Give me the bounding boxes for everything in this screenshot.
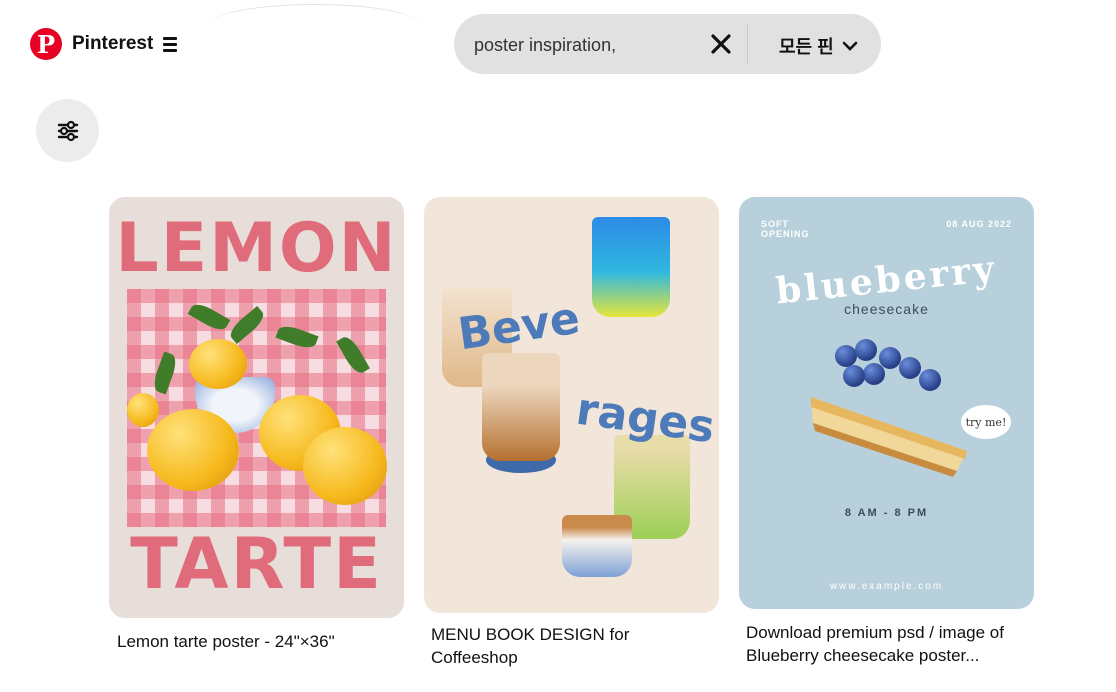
scope-label: 모든 핀 [779,37,834,57]
chevron-down-icon [842,41,857,51]
pin-title[interactable]: Download premium psd / image of Blueberr… [739,621,1036,667]
pin-image[interactable]: LEMON TARTE [109,197,404,618]
poster-word-bottom: TARTE [130,523,383,605]
pinterest-logo-glyph: P [36,30,56,59]
blueberry-illustration [863,363,885,385]
pin-card[interactable]: Beve rages MENU BOOK DESIGN for Coffeesh… [424,197,719,669]
close-icon[interactable] [709,32,733,56]
pin-scope-dropdown[interactable]: 모든 핀 [779,33,858,59]
blue-drink-illustration [592,217,670,317]
pin-image[interactable]: Beve rages [424,197,719,613]
poster-website: www.example.com [829,581,944,592]
search-bar[interactable]: 모든 핀 [454,14,881,74]
blueberry-illustration [919,369,941,391]
lemon-illustration [127,393,159,427]
sliders-filter-icon [57,120,78,141]
cappuccino-illustration [562,515,632,577]
pin-card[interactable]: LEMON TARTE Lemon tarte poster - 24"×36" [109,197,404,653]
lemon-illustration [189,339,247,389]
poster-date: 08 AUG 2022 [946,219,1012,229]
try-me-badge: try me! [961,405,1011,439]
poster-word-top: LEMON [115,209,398,288]
filter-button[interactable] [36,99,99,162]
browser-tab-outline [210,4,420,45]
brand-name[interactable]: Pinterest [72,33,153,55]
pinterest-logo-icon[interactable]: P [30,28,62,60]
soft-opening-label: SOFT OPENING [761,219,810,239]
poster-subtitle: cheesecake [844,301,929,317]
poster-hours: 8 AM - 8 PM [844,507,929,519]
lemon-illustration [303,427,387,505]
hamburger-menu-icon[interactable] [163,36,178,52]
blueberry-illustration [855,339,877,361]
pinterest-logo-group[interactable]: P Pinterest [30,28,178,60]
search-input[interactable] [474,32,704,58]
pin-title[interactable]: Lemon tarte poster - 24"×36" [109,630,404,653]
blueberry-illustration [843,365,865,387]
pin-image[interactable]: SOFT OPENING 08 AUG 2022 blueberry chees… [739,197,1034,609]
blueberry-illustration [879,347,901,369]
blueberry-illustration [835,345,857,367]
lemon-illustration [147,409,239,491]
pin-card[interactable]: SOFT OPENING 08 AUG 2022 blueberry chees… [739,197,1034,667]
pin-title[interactable]: MENU BOOK DESIGN for Coffeeshop [424,623,719,669]
cheesecake-illustration [811,397,967,477]
blueberry-illustration [899,357,921,379]
iced-coffee-illustration [482,353,560,461]
search-divider [747,24,748,64]
